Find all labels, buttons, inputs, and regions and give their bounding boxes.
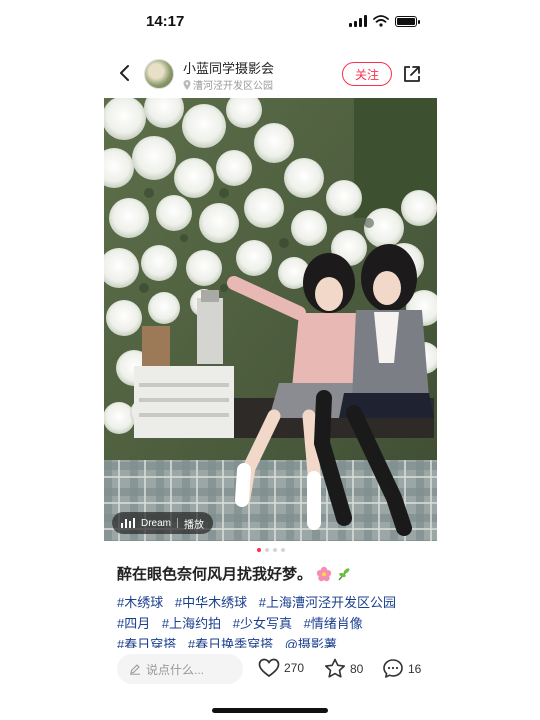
comment-placeholder: 说点什么... [146,662,205,677]
post-title: 醉在眼色奈何风月扰我好梦。 [117,563,352,584]
herb-icon [338,567,350,580]
location-pin-icon [183,79,191,90]
comment-bubble-icon [383,659,403,678]
music-bars-icon [121,518,135,528]
hashtag-link[interactable]: #中华木绣球 [175,595,247,610]
photo-image [104,98,437,541]
status-bar: 14:17 [104,0,437,44]
bottom-action-bar: 说点什么... 270 80 16 [104,650,437,690]
phone-screen: 14:17 小蓝同学摄影会 漕河泾开发区公园 关注 Dream 播放 醉在眼色奈… [104,0,437,720]
hashtag-link[interactable]: #上海漕河泾开发区公园 [259,595,396,610]
hashtag-link[interactable]: #上海约拍 [162,616,221,631]
star-icon [325,658,345,678]
music-play-label: 播放 [184,519,205,531]
cherry-blossom-icon [316,566,332,581]
pencil-icon [130,664,140,675]
carousel-dot [256,548,261,552]
comment-input[interactable]: 说点什么... [117,654,243,684]
music-name: Dream [141,517,172,529]
carousel-dot [280,548,285,552]
hashtag-link[interactable]: #少女写真 [233,616,292,631]
signal-icon [349,15,367,27]
post-title-text: 醉在眼色奈何风月扰我好梦。 [117,566,313,583]
wifi-icon [373,15,389,27]
carousel-dot [264,548,269,552]
author-avatar[interactable] [144,59,174,89]
home-indicator[interactable] [212,708,328,713]
back-icon[interactable] [114,62,136,84]
status-icons [349,15,420,27]
hashtag-link[interactable]: @摄影薯 [285,637,337,648]
post-tags: #木绣球 #中华木绣球 #上海漕河泾开发区公园 #四月 #上海约拍 #少女写真 … [117,592,427,648]
collect-button[interactable]: 80 [324,658,363,679]
music-tag[interactable]: Dream 播放 [112,512,214,534]
author-name[interactable]: 小蓝同学摄影会 [183,58,274,77]
music-divider [177,518,179,528]
battery-icon [395,15,420,27]
comment-button[interactable]: 16 [382,658,421,679]
heart-icon [258,658,280,678]
location-text: 漕河泾开发区公园 [193,81,273,92]
like-button[interactable]: 270 [258,658,304,678]
carousel-dot [272,548,277,552]
hashtag-link[interactable]: #四月 [117,616,150,631]
hashtag-link[interactable]: #春日换季穿搭 [188,637,273,648]
status-time: 14:17 [146,13,185,30]
comment-count: 16 [408,661,422,676]
carousel-indicator [104,548,437,552]
like-count: 270 [284,661,305,675]
star-count: 80 [350,661,364,676]
follow-button[interactable]: 关注 [342,62,392,86]
post-photo[interactable]: Dream 播放 [104,98,437,541]
hashtag-link[interactable]: #木绣球 [117,595,163,610]
post-header: 小蓝同学摄影会 漕河泾开发区公园 关注 [104,50,437,98]
share-icon[interactable] [402,64,422,84]
hashtag-link[interactable]: #春日穿搭 [117,637,176,648]
hashtag-link[interactable]: #情绪肖像 [304,616,363,631]
location[interactable]: 漕河泾开发区公园 [183,77,273,92]
